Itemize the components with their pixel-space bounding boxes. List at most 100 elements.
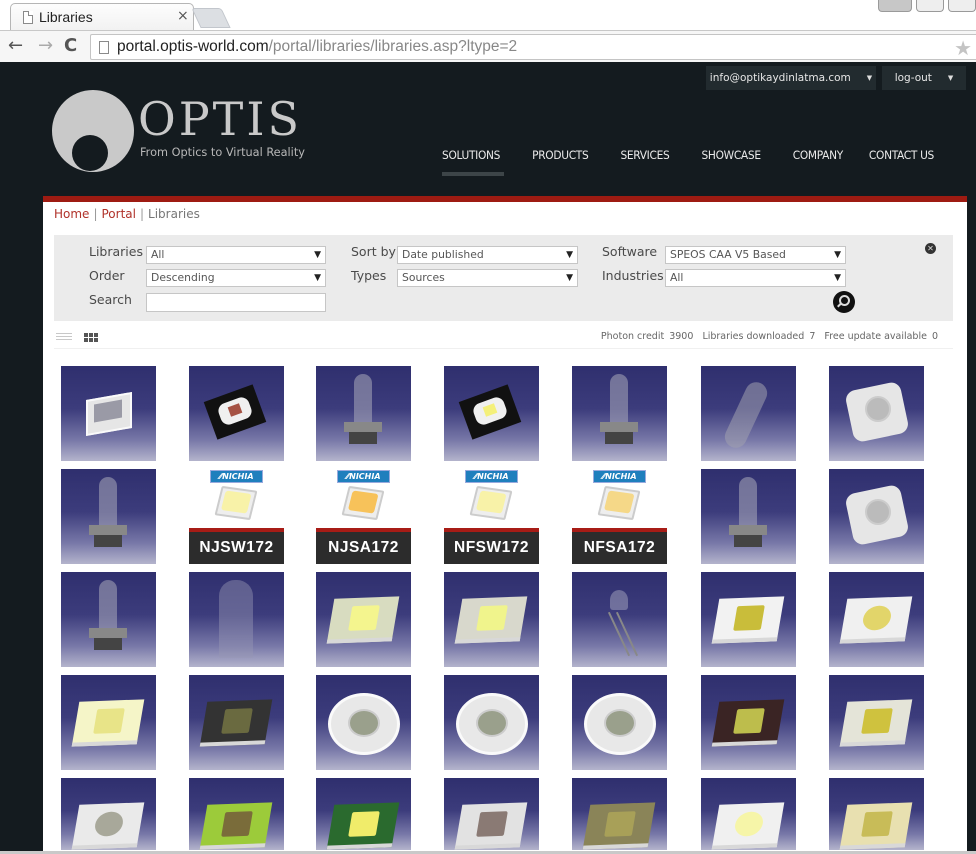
breadcrumb-portal[interactable]: Portal [101, 207, 135, 221]
minimize-button[interactable] [916, 0, 944, 12]
address-bar[interactable]: portal.optis-world.com/portal/libraries/… [90, 34, 976, 60]
nav-products[interactable]: PRODUCTS [532, 148, 589, 162]
types-select[interactable]: Sources ▼ [397, 269, 578, 287]
product-tile[interactable] [444, 366, 539, 461]
list-view-icon[interactable] [56, 333, 72, 342]
browser-tab[interactable]: Libraries × [10, 3, 194, 30]
product-tile[interactable] [61, 469, 156, 564]
nav-showcase[interactable]: SHOWCASE [701, 148, 761, 162]
product-graphic [721, 378, 771, 452]
product-tile[interactable] [572, 778, 667, 850]
product-tile[interactable] [701, 572, 796, 667]
product-tile[interactable] [572, 572, 667, 667]
product-tile[interactable]: ⁄⁄NICHIA NFSW172 [444, 469, 539, 564]
window-controls [878, 0, 976, 14]
product-graphic [865, 499, 891, 525]
logout-button[interactable]: log-out ▼ [882, 66, 966, 90]
maximize-button[interactable] [948, 0, 976, 12]
product-tile[interactable] [701, 778, 796, 850]
product-graphic [94, 638, 122, 650]
product-name: NJSW172 [189, 528, 284, 564]
product-tile[interactable] [316, 675, 411, 770]
nichia-logo: ⁄⁄NICHIA [210, 470, 263, 483]
back-arrow-icon[interactable]: ← [8, 35, 23, 57]
nav-company[interactable]: COMPANY [793, 148, 843, 162]
led-chip-image [469, 485, 513, 521]
product-tile[interactable] [701, 366, 796, 461]
product-graphic [476, 605, 508, 631]
product-tile[interactable] [444, 675, 539, 770]
product-tile[interactable] [829, 366, 924, 461]
logo-circle-icon [52, 90, 134, 172]
industries-select[interactable]: All ▼ [665, 269, 846, 287]
libraries-downloaded-value: 7 [809, 331, 816, 342]
caret-down-icon: ▼ [566, 273, 573, 283]
product-tile[interactable] [829, 572, 924, 667]
product-tile[interactable] [61, 778, 156, 850]
page: info@optikaydinlatma.com ▼ log-out ▼ OPT… [0, 62, 976, 854]
product-tile[interactable] [316, 366, 411, 461]
view-toolbar: Photon credit 3900 Libraries downloaded 7 … [54, 329, 953, 349]
product-tile[interactable] [189, 366, 284, 461]
product-tile[interactable] [572, 675, 667, 770]
free-update-label: Free update available [824, 331, 927, 342]
product-graphic [348, 605, 380, 631]
product-tile[interactable] [444, 778, 539, 850]
reload-icon[interactable]: C [64, 35, 77, 57]
led-emitter [347, 490, 379, 514]
new-tab-button[interactable] [191, 8, 231, 28]
product-tile[interactable] [61, 675, 156, 770]
optis-logo[interactable]: OPTIS From Optics to Virtual Reality [52, 90, 312, 180]
page-icon [23, 11, 33, 24]
nichia-logo: ⁄⁄NICHIA [593, 470, 646, 483]
product-tile[interactable] [701, 675, 796, 770]
filter-panel: Libraries All ▼ Order Descending ▼ Search … [54, 235, 953, 321]
product-graphic [93, 708, 125, 734]
product-tile[interactable]: ⁄⁄NICHIA NFSA172 [572, 469, 667, 564]
search-input[interactable] [146, 293, 326, 312]
product-tile[interactable] [189, 778, 284, 850]
product-tile[interactable]: ⁄⁄NICHIA NJSW172 [189, 469, 284, 564]
breadcrumb-current: Libraries [148, 207, 200, 221]
nav-contact-us[interactable]: CONTACT US [869, 148, 934, 162]
caret-down-icon: ▼ [834, 250, 841, 260]
software-select[interactable]: SPEOS CAA V5 Based ▼ [665, 246, 846, 264]
led-chip-image [341, 485, 385, 521]
product-tile[interactable] [189, 572, 284, 667]
product-tile[interactable]: ⁄⁄NICHIA NJSA172 [316, 469, 411, 564]
product-tile[interactable] [61, 366, 156, 461]
product-graphic [354, 374, 372, 424]
caret-down-icon: ▼ [834, 273, 841, 283]
forward-arrow-icon[interactable]: → [38, 35, 53, 57]
account-email-button[interactable]: info@optikaydinlatma.com ▼ [706, 66, 876, 90]
nav-solutions[interactable]: SOLUTIONS [442, 148, 505, 176]
product-tile[interactable] [701, 469, 796, 564]
product-tile[interactable] [61, 572, 156, 667]
product-tile[interactable] [829, 675, 924, 770]
product-tile[interactable] [189, 675, 284, 770]
product-tile[interactable] [316, 572, 411, 667]
product-tile[interactable] [316, 778, 411, 850]
close-tab-icon[interactable]: × [177, 8, 189, 24]
libraries-select[interactable]: All ▼ [146, 246, 326, 264]
product-tile[interactable] [829, 469, 924, 564]
nichia-logo: ⁄⁄NICHIA [465, 470, 518, 483]
sortby-select[interactable]: Date published ▼ [397, 246, 578, 264]
order-label: Order [89, 268, 125, 283]
clear-filters-icon[interactable]: ✕ [925, 243, 936, 254]
nav-services[interactable]: SERVICES [620, 148, 669, 162]
product-graphic [221, 708, 253, 734]
window-menu-button[interactable] [878, 0, 912, 12]
product-tile[interactable] [444, 572, 539, 667]
sortby-label: Sort by [351, 244, 396, 259]
breadcrumb-home[interactable]: Home [54, 207, 89, 221]
bookmark-star-icon[interactable]: ★ [954, 36, 972, 60]
order-select[interactable]: Descending ▼ [146, 269, 326, 287]
search-button[interactable] [833, 291, 855, 313]
product-graphic [476, 709, 508, 737]
grid-view-icon[interactable] [84, 333, 100, 342]
product-tile[interactable] [829, 778, 924, 850]
types-label: Types [351, 268, 387, 283]
product-tile[interactable] [572, 366, 667, 461]
caret-down-icon: ▼ [314, 250, 321, 260]
